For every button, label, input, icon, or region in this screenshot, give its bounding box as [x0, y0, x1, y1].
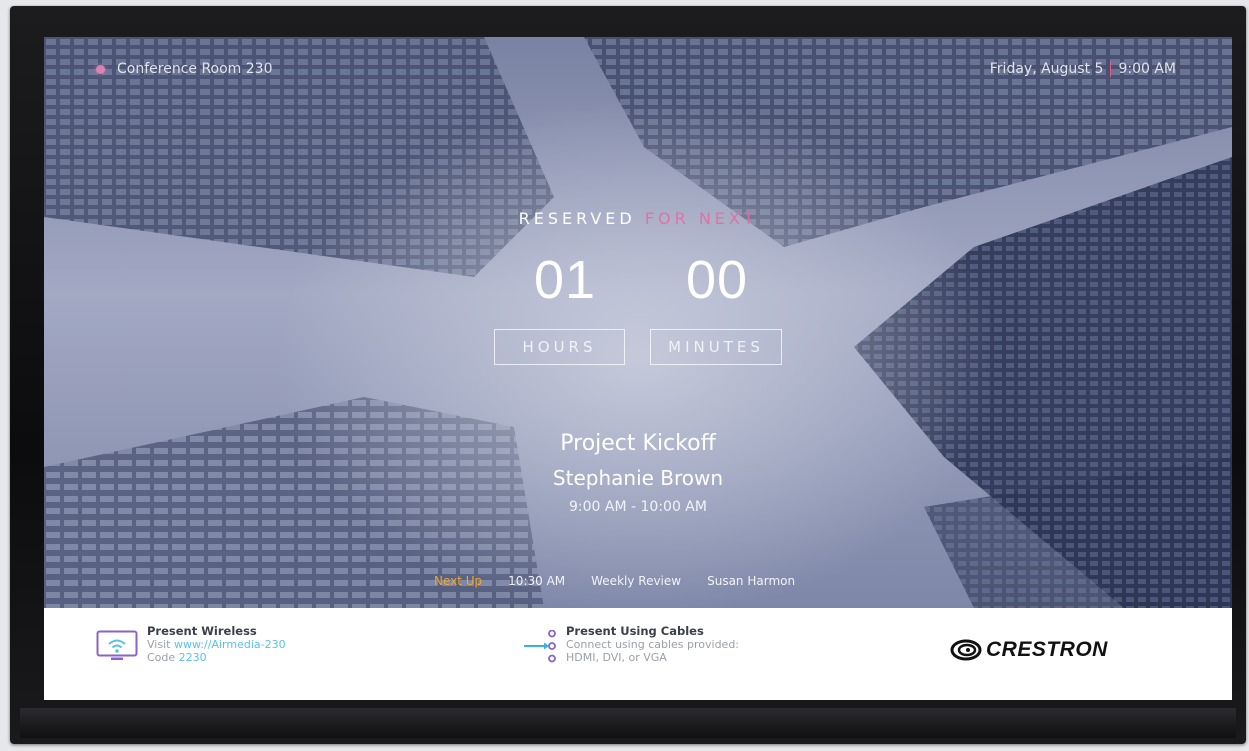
cables-types: HDMI, DVI, or VGA	[566, 651, 667, 664]
crestron-logo: CRESTRON	[950, 638, 1108, 662]
crestron-logo-mark	[950, 639, 982, 661]
hours-label-box: HOURS	[494, 329, 625, 365]
display-bezel-bottom	[20, 708, 1236, 738]
cables-instruction: Connect using cables provided:	[566, 638, 740, 651]
code-label: Code	[147, 651, 176, 664]
next-up-label: Next Up	[434, 574, 483, 588]
meeting-organizer: Stephanie Brown	[552, 466, 724, 490]
next-up-row: Next Up 10:30 AM Weekly Review Susan Har…	[434, 574, 795, 588]
room-scheduling-screen: Conference Room 230 Friday, August 5 9:0…	[44, 37, 1232, 700]
hours-count: 01	[533, 250, 597, 310]
meeting-title: Project Kickoff	[560, 431, 716, 456]
present-cables-heading: Present Using Cables	[566, 624, 704, 638]
next-up-time: 10:30 AM	[508, 574, 566, 588]
reservation-status: RESERVED FOR NEXT	[44, 209, 1232, 228]
next-up-title: Weekly Review	[591, 574, 682, 588]
present-wireless-info: Present Wireless Visit www://Airmedia-23…	[147, 624, 286, 665]
airmedia-url[interactable]: www://Airmedia-230	[174, 638, 286, 651]
presentation-info-bar: Present Wireless Visit www://Airmedia-23…	[44, 608, 1232, 700]
meeting-time-range: 9:00 AM - 10:00 AM	[569, 499, 707, 515]
reserved-label: RESERVED	[518, 209, 636, 228]
cable-connection-icon	[522, 629, 562, 674]
crestron-wordmark: CRESTRON	[986, 638, 1108, 661]
wireless-display-icon	[96, 630, 138, 666]
minutes-count: 00	[685, 250, 749, 310]
present-wireless-heading: Present Wireless	[147, 624, 257, 638]
wireless-visit-line: Visit www://Airmedia-230	[147, 638, 286, 651]
minutes-label-box: MINUTES	[650, 329, 782, 365]
visit-label: Visit	[147, 638, 171, 651]
present-cables-info: Present Using Cables Connect using cable…	[566, 624, 740, 665]
wireless-code-line: Code 2230	[147, 651, 286, 664]
reservation-panel: RESERVED FOR NEXT 01 00 HOURS MINUTES Pr…	[44, 37, 1232, 608]
next-up-organizer: Susan Harmon	[707, 574, 796, 588]
for-next-label: FOR NEXT	[644, 209, 758, 228]
airmedia-code: 2230	[178, 651, 207, 664]
